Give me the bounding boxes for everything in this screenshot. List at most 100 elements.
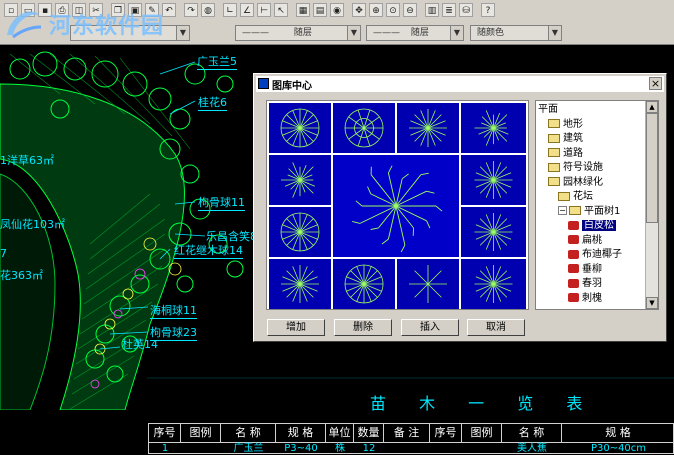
plant-label: 1洋草63㎡	[0, 152, 54, 168]
folder-icon	[548, 177, 560, 186]
tree-node[interactable]: 布迪椰子	[568, 247, 622, 262]
collapse-icon[interactable]: −	[558, 206, 567, 215]
table-cell: 美人蕉	[502, 443, 562, 455]
tree-node[interactable]: 花坛	[558, 189, 593, 204]
table-header-cell: 备 注	[384, 424, 430, 442]
table-header-cell: 图例	[181, 424, 221, 442]
table-cell: P3~40	[276, 443, 326, 455]
tree-scrollbar[interactable]: ▲ ▼	[645, 101, 658, 309]
tree-symbol-icon	[397, 259, 459, 309]
gallery-symbol-cell[interactable]	[269, 259, 331, 309]
plant-label: 红花继木球14	[174, 242, 243, 259]
line-icon[interactable]: ∟	[223, 3, 237, 17]
chevron-down-icon[interactable]: ▼	[347, 26, 360, 40]
tree-node[interactable]: 刺槐	[568, 291, 602, 306]
lineweight-dash-sample: ———	[373, 28, 400, 38]
gallery-symbol-cell[interactable]	[269, 155, 331, 205]
watermark-text: 河东软件园	[49, 8, 164, 40]
tree-node-label: 平面树1	[584, 206, 620, 217]
linetype-combo[interactable]: ——— 随层 ▼	[235, 25, 361, 41]
zoom-in-icon[interactable]: ⊕	[369, 3, 383, 17]
gallery-symbol-cell[interactable]	[269, 103, 331, 153]
folder-icon	[569, 206, 581, 215]
tree-node[interactable]: 园林绿化	[548, 175, 603, 190]
folder-icon	[558, 192, 570, 201]
scroll-up-icon[interactable]: ▲	[646, 101, 658, 113]
window-icon[interactable]: ▦	[296, 3, 310, 17]
help-icon[interactable]: ?	[481, 3, 495, 17]
tree-node-label: 花坛	[573, 191, 593, 202]
symbol-item-icon	[568, 250, 579, 259]
gallery-preview-cell[interactable]	[333, 155, 459, 257]
tree-node-label: 园林绿化	[563, 177, 603, 188]
dialog-titlebar[interactable]: 图库中心 ×	[256, 76, 664, 92]
tree-node[interactable]: 道路	[548, 146, 583, 161]
tree-node-label: 符号设施	[563, 162, 603, 173]
gallery-symbol-cell[interactable]	[461, 103, 526, 153]
gallery-symbol-cell[interactable]	[461, 259, 526, 309]
angle-icon[interactable]: ∠	[240, 3, 254, 17]
tree-node-label: 刺槐	[582, 293, 602, 304]
tree-node[interactable]: 地形	[548, 117, 583, 132]
tree-node[interactable]: 白皮松	[568, 218, 616, 233]
lineweight-combo[interactable]: ——— 随层 ▼	[366, 25, 464, 41]
gallery-symbol-cell[interactable]	[461, 155, 526, 205]
cancel-button[interactable]: 取消	[467, 319, 525, 336]
color-combo-value: 随颜色	[477, 28, 504, 38]
properties-icon[interactable]: ▥	[425, 3, 439, 17]
folder-icon	[548, 163, 560, 172]
tree-node-label: 道路	[563, 148, 583, 159]
pick-icon[interactable]: ↖	[274, 3, 288, 17]
tree-symbol-icon	[269, 207, 331, 257]
scroll-down-icon[interactable]: ▼	[646, 297, 658, 309]
tree-node[interactable]: 春羽	[568, 276, 602, 291]
chevron-down-icon[interactable]: ▼	[450, 26, 463, 40]
dialog-title: 图库中心	[272, 77, 312, 92]
symbol-item-icon	[568, 235, 579, 244]
dimension-icon[interactable]: ⊢	[257, 3, 271, 17]
tree-symbol-icon	[333, 259, 395, 309]
tree-node-label: 地形	[563, 119, 583, 130]
layers-icon[interactable]: ≣	[442, 3, 456, 17]
gallery-symbol-cell[interactable]	[397, 103, 459, 153]
table-header-cell: 规 格	[276, 424, 326, 442]
layout-icon[interactable]: ▤	[313, 3, 327, 17]
delete-button[interactable]: 删除	[334, 319, 392, 336]
add-button[interactable]: 增加	[267, 319, 325, 336]
gallery-symbol-cell[interactable]	[269, 207, 331, 257]
watermark-logo-icon	[3, 5, 43, 41]
insert-button[interactable]: 插入	[401, 319, 459, 336]
tree-symbol-icon	[269, 103, 331, 153]
tree-node[interactable]: − 平面树1	[558, 204, 620, 219]
tree-node[interactable]: 扁桃	[568, 233, 602, 248]
close-button[interactable]: ×	[649, 77, 662, 90]
tree-node-label: 建筑	[563, 133, 583, 144]
gallery-symbol-cell[interactable]	[333, 103, 395, 153]
tree-node[interactable]: 平面	[538, 102, 558, 117]
chevron-down-icon[interactable]: ▼	[548, 26, 561, 40]
zoom-previous-icon[interactable]: ⊖	[403, 3, 417, 17]
symbol-item-icon	[568, 264, 579, 273]
tree-symbol-icon	[461, 259, 526, 309]
tree-node[interactable]: 符号设施	[548, 160, 603, 175]
tree-symbol-icon	[461, 207, 526, 257]
gallery-symbol-cell[interactable]	[333, 259, 395, 309]
database-icon[interactable]: ⛁	[459, 3, 473, 17]
pan-icon[interactable]: ✥	[352, 3, 366, 17]
zoom-window-icon[interactable]: ⊙	[386, 3, 400, 17]
gallery-symbol-cell[interactable]	[397, 259, 459, 309]
table-header-cell: 名 称	[221, 424, 276, 442]
color-combo[interactable]: 随颜色 ▼	[470, 25, 562, 41]
scroll-thumb[interactable]	[646, 113, 658, 223]
table-cell: 12	[354, 443, 384, 455]
table-cell	[384, 443, 430, 455]
tree-node[interactable]: 垂柳	[568, 262, 602, 277]
tree-symbol-icon	[269, 259, 331, 309]
gallery-symbol-cell[interactable]	[461, 207, 526, 257]
library-tree[interactable]: 平面地形建筑道路符号设施园林绿化花坛− 平面树1白皮松扁桃布迪椰子垂柳春羽刺槐 ▲…	[535, 100, 659, 310]
tree-node[interactable]: 建筑	[548, 131, 583, 146]
eye-icon[interactable]: ◉	[330, 3, 344, 17]
tree-symbol-icon	[461, 103, 526, 153]
selected-tree-symbol-icon	[333, 155, 459, 257]
linetype-dash-sample: ———	[242, 28, 269, 38]
